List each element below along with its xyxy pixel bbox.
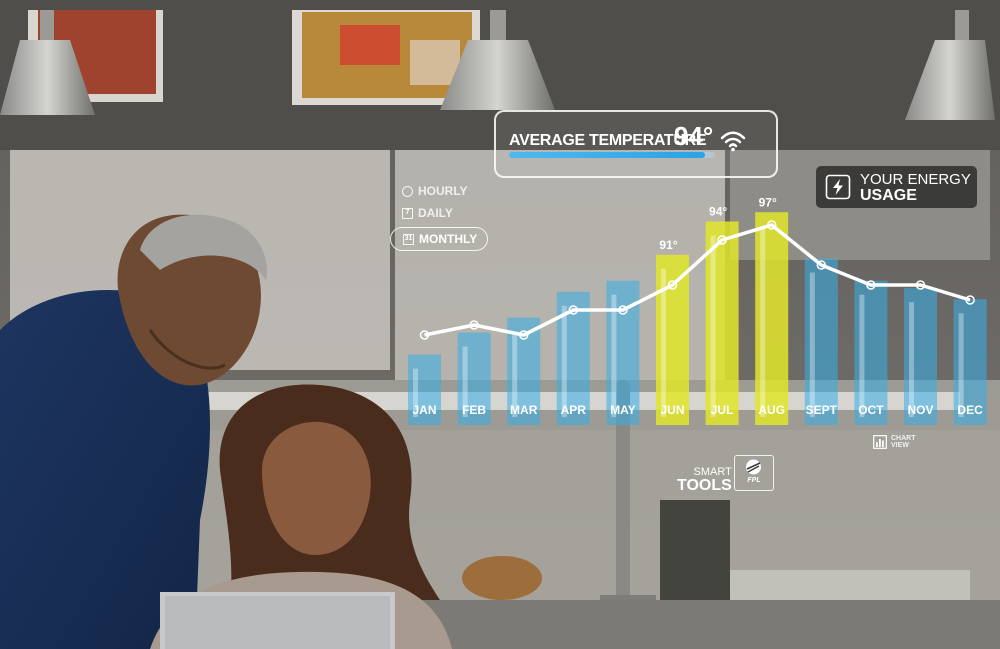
smart-tools-line2: TOOLS <box>677 477 732 494</box>
average-temperature-card: AVERAGE TEMPERATURE 94° <box>494 110 778 178</box>
calendar-icon: 31 <box>403 233 414 245</box>
temperature-progress-fill <box>509 152 705 158</box>
calendar-icon: 7 <box>402 207 413 219</box>
energy-badge-line2: USAGE <box>860 187 917 204</box>
kitchen-photo-background <box>0 0 1000 649</box>
average-temperature-value: 94° <box>674 121 714 151</box>
wifi-icon <box>720 131 746 152</box>
range-option-daily[interactable]: 7 DAILY <box>402 206 453 220</box>
fpl-logo-text: FPL <box>747 477 761 484</box>
bar-chart-icon <box>873 435 887 449</box>
range-option-label: MONTHLY <box>419 232 478 246</box>
lightning-bolt-icon <box>825 174 851 200</box>
fpl-logo[interactable]: FPL <box>734 455 774 491</box>
range-option-hourly[interactable]: HOURLY <box>402 184 468 198</box>
range-option-monthly[interactable]: 31 MONTHLY <box>390 227 489 251</box>
clock-icon <box>402 185 413 197</box>
chart-view-label: CHART VIEW <box>891 435 916 449</box>
temperature-progress-track <box>509 152 715 158</box>
energy-badge-line1: YOUR ENERGY <box>860 171 971 188</box>
fpl-logo-icon <box>746 459 761 475</box>
range-option-label: HOURLY <box>418 184 468 198</box>
smart-tools-label: SMART TOOLS <box>677 466 732 494</box>
energy-usage-badge[interactable]: YOUR ENERGY USAGE <box>816 166 977 208</box>
range-option-label: DAILY <box>418 206 453 220</box>
chart-view-toggle[interactable]: CHART VIEW <box>873 435 921 449</box>
